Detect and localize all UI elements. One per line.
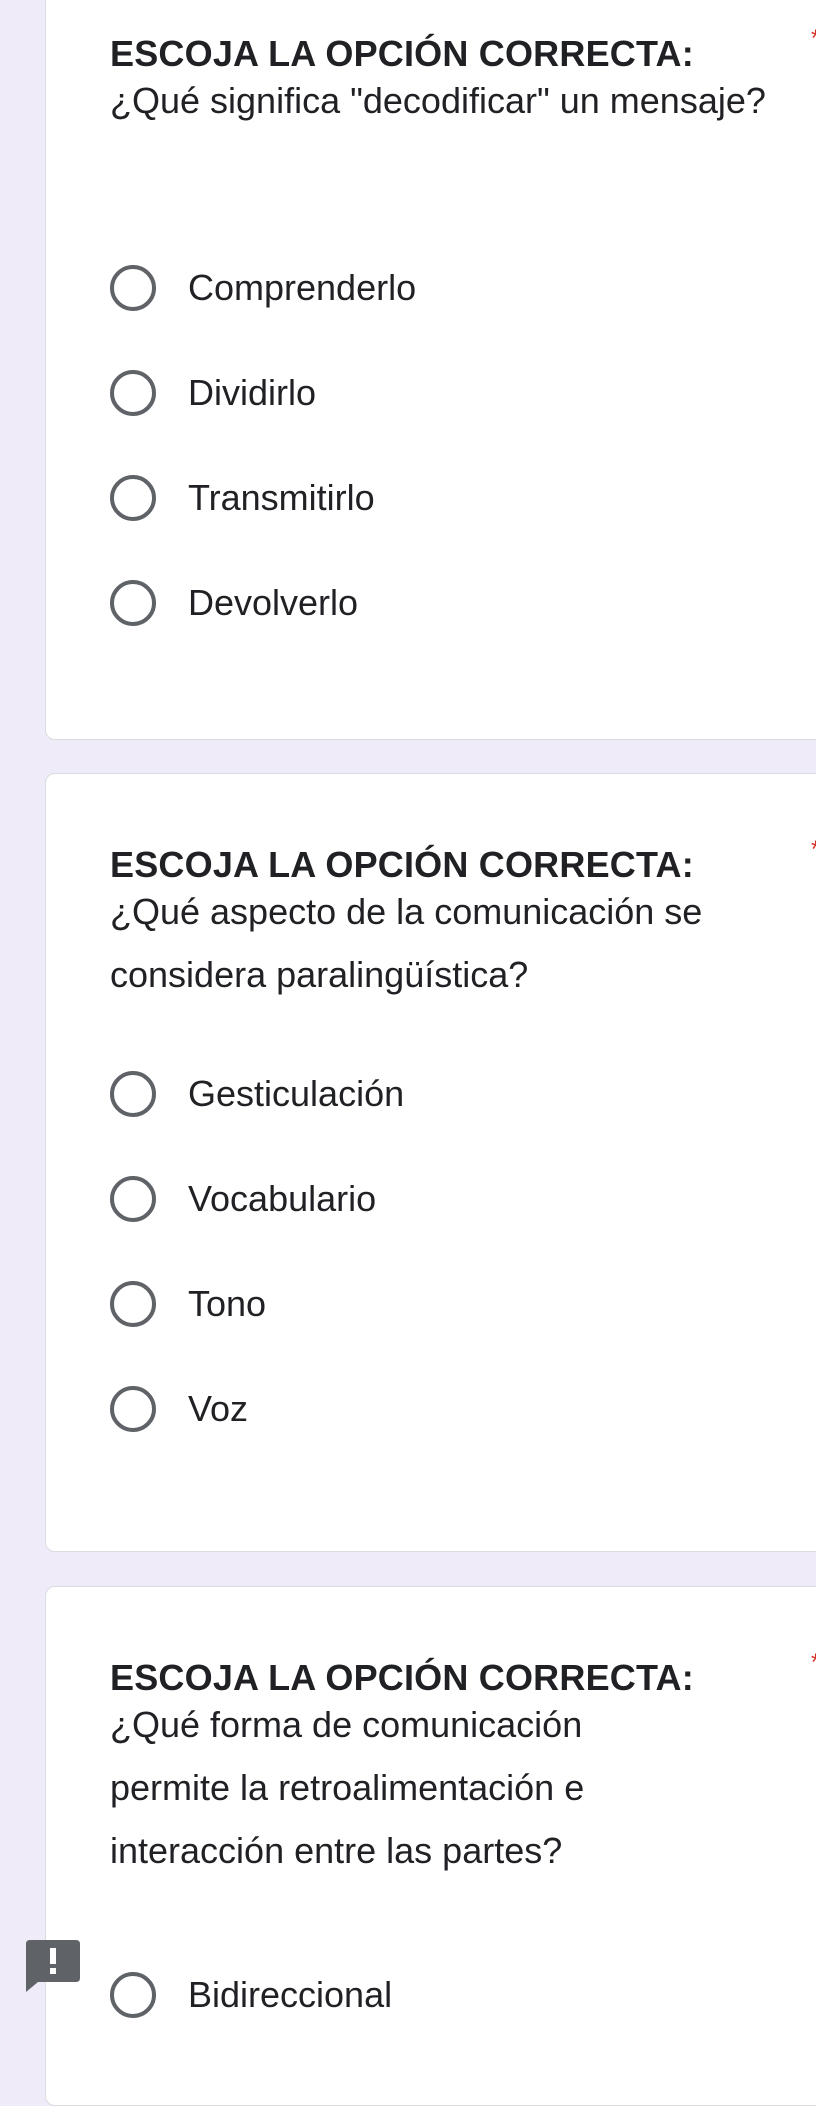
radio-button[interactable] xyxy=(110,475,156,521)
question-text: ¿Qué forma de comunicación permite la re… xyxy=(110,1704,585,1871)
radio-button[interactable] xyxy=(110,580,156,626)
option-gesticulacion[interactable]: Gesticulación xyxy=(110,1066,404,1122)
required-asterisk: * xyxy=(811,25,816,53)
option-label: Vocabulario xyxy=(188,1178,377,1219)
radio-button[interactable] xyxy=(110,1176,156,1222)
radio-button[interactable] xyxy=(110,265,156,311)
option-label: Gesticulación xyxy=(188,1073,405,1114)
option-bidireccional[interactable]: Bidireccional xyxy=(110,1967,392,2023)
radio-button[interactable] xyxy=(110,370,156,416)
option-label: Devolverlo xyxy=(188,582,359,623)
question-text: ¿Qué significa "decodificar" un mensaje? xyxy=(110,80,766,121)
option-comprenderlo[interactable]: Comprenderlo xyxy=(110,260,416,316)
option-dividirlo[interactable]: Dividirlo xyxy=(110,365,316,421)
option-label: Tono xyxy=(188,1283,267,1324)
question-card-2: ESCOJA LA OPCIÓN CORRECTA: * ¿Qué aspect… xyxy=(45,773,816,1552)
question-card-1: ESCOJA LA OPCIÓN CORRECTA: * ¿Qué signif… xyxy=(45,0,816,740)
required-asterisk: * xyxy=(811,836,816,864)
radio-button[interactable] xyxy=(110,1386,156,1432)
option-transmitirlo[interactable]: Transmitirlo xyxy=(110,470,375,526)
option-vocabulario[interactable]: Vocabulario xyxy=(110,1171,376,1227)
radio-button[interactable] xyxy=(110,1972,156,2018)
option-devolverlo[interactable]: Devolverlo xyxy=(110,575,358,631)
option-label: Bidireccional xyxy=(188,1974,393,2015)
option-label: Transmitirlo xyxy=(188,477,375,518)
question-card-3: ESCOJA LA OPCIÓN CORRECTA: * ¿Qué forma … xyxy=(45,1586,816,2106)
option-label: Voz xyxy=(188,1388,249,1429)
option-label: Comprenderlo xyxy=(188,267,417,308)
report-issue-icon[interactable] xyxy=(26,1940,80,1992)
radio-button[interactable] xyxy=(110,1281,156,1327)
question-text: ¿Qué aspecto de la comunicación se consi… xyxy=(110,891,703,995)
option-label: Dividirlo xyxy=(188,372,317,413)
option-voz[interactable]: Voz xyxy=(110,1381,248,1437)
option-tono[interactable]: Tono xyxy=(110,1276,266,1332)
radio-button[interactable] xyxy=(110,1071,156,1117)
required-asterisk: * xyxy=(811,1649,816,1677)
